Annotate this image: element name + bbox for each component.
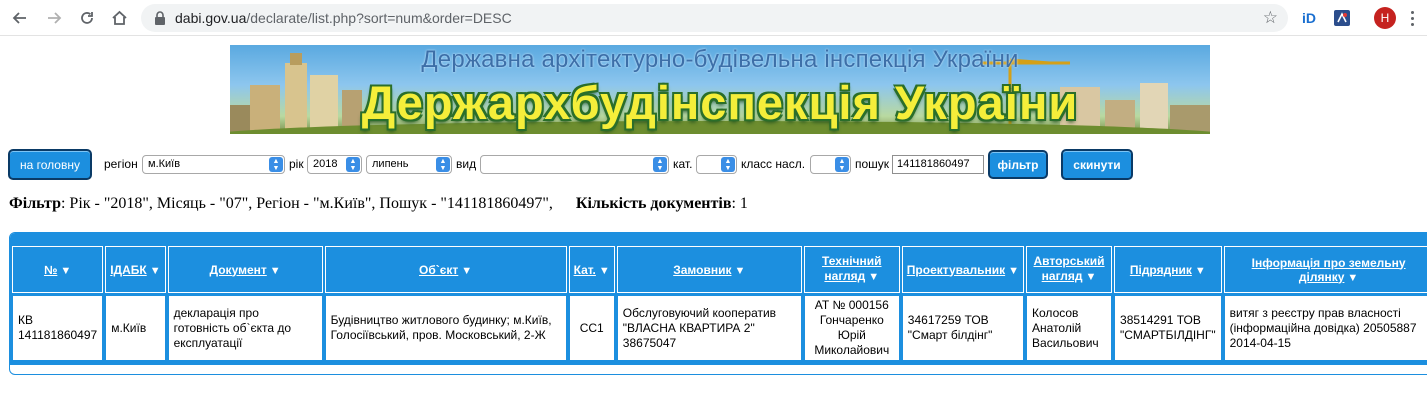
cell-object: Будівництво житлового будинку; м.Київ, Г… [324,295,567,361]
profile-avatar[interactable]: H [1374,7,1396,29]
filter-summary-label: Фільтр [9,195,61,212]
banner-subtitle: Державна архітектурно-будівельна інспекц… [421,46,1019,73]
address-bar[interactable]: dabi.gov.ua/declarate/list.php?sort=num&… [141,4,1288,32]
cell-customer: Обслуговуючий кооператив "ВЛАСНА КВАРТИР… [616,295,802,361]
select-arrow-icon: ▲ ▼ [269,157,283,172]
results-table-container: № ▼ ІДАБК ▼ Документ ▼ Об`єкт ▼ Кат. ▼ Замовн… [9,232,1427,375]
table-row: КВ 141181860497 м.Київ декларація про го… [12,295,1427,361]
select-arrow-icon: ▲ ▼ [436,157,450,172]
cell-document: декларація про готовність об`єкта до екс… [167,295,323,361]
header-number[interactable]: № ▼ [12,246,104,293]
browser-toolbar: dabi.gov.ua/declarate/list.php?sort=num&… [0,0,1427,36]
class-select[interactable]: ▲ ▼ [810,155,851,174]
header-contractor[interactable]: Підрядник ▼ [1114,246,1222,293]
cell-category: СС1 [568,295,615,361]
sort-down-icon: ▼ [269,264,281,277]
forward-arrow-icon[interactable] [42,6,66,30]
search-label: пошук [855,157,890,171]
month-select[interactable]: липень ▲ ▼ [366,155,452,174]
header-land-info[interactable]: Інформація про земельну ділянку ▼ [1223,246,1427,293]
header-author-supervision[interactable]: Авторський нагляд ▼ [1026,246,1113,293]
cell-number: КВ 141181860497 [12,295,104,361]
cell-designer: 34617259 ТОВ "Смарт білдінг" [901,295,1025,361]
header-idabk[interactable]: ІДАБК ▼ [105,246,166,293]
category-select[interactable]: ▲ ▼ [696,155,737,174]
year-select[interactable]: 2018 ▲ ▼ [307,155,362,174]
cell-idabk: м.Київ [105,295,166,361]
results-table: № ▼ ІДАБК ▼ Документ ▼ Об`єкт ▼ Кат. ▼ Замовн… [10,244,1427,363]
extension-icon[interactable] [1333,8,1351,28]
sort-down-icon: ▼ [1194,264,1206,277]
lock-icon [155,11,165,25]
sort-down-icon: ▼ [461,264,473,277]
sort-down-icon: ▼ [60,264,72,277]
back-arrow-icon[interactable] [8,6,32,30]
sort-down-icon: ▼ [734,264,746,277]
header-designer[interactable]: Проектувальник ▼ [901,246,1025,293]
reload-icon[interactable] [75,6,99,30]
header-customer[interactable]: Замовник ▼ [616,246,802,293]
home-icon[interactable] [107,6,131,30]
header-category[interactable]: Кат. ▼ [568,246,615,293]
select-arrow-icon: ▲ ▼ [346,157,360,172]
site-banner: Державна архітектурно-будівельна інспекц… [230,45,1210,134]
extension-id-icon[interactable]: iD [1298,8,1320,28]
select-arrow-icon: ▲ ▼ [721,157,735,172]
document-count-value: : 1 [731,195,748,212]
document-count-label: Кількість документів [575,195,732,212]
filter-summary: Фільтр: Рік - "2018", Місяць - "07", Рег… [9,195,748,213]
select-arrow-icon: ▲ ▼ [653,157,667,172]
header-object[interactable]: Об`єкт ▼ [324,246,567,293]
table-header-row: № ▼ ІДАБК ▼ Документ ▼ Об`єкт ▼ Кат. ▼ Замовн… [12,246,1427,293]
sort-down-icon: ▼ [1085,271,1097,283]
header-tech-supervision[interactable]: Технічний нагляд ▼ [803,246,900,293]
region-select[interactable]: м.Київ ▲ ▼ [142,155,285,174]
sort-down-icon: ▼ [598,264,610,277]
select-arrow-icon: ▲ ▼ [835,157,849,172]
sort-down-icon: ▼ [868,271,880,283]
sort-down-icon: ▼ [149,264,161,277]
class-label: класс насл. [741,157,806,171]
region-label: регіон [104,157,138,171]
cell-land-info: витяг з реєстру прав власності (інформац… [1223,295,1427,361]
year-label: рік [289,157,304,171]
bookmark-star-icon[interactable]: ☆ [1263,8,1278,28]
search-input[interactable]: 141181860497 [892,155,984,174]
banner-title: Держархбудінспекція України [361,76,1079,129]
type-select[interactable]: ▲ ▼ [480,155,669,174]
home-button[interactable]: на головну [8,149,92,180]
sort-down-icon: ▼ [1347,271,1359,284]
browser-menu-icon[interactable] [1406,6,1418,30]
reset-button[interactable]: скинути [1061,149,1133,180]
filter-button[interactable]: фільтр [988,150,1048,179]
cell-contractor: 38514291 ТОВ "СМАРТБІЛДІНГ" [1114,295,1222,361]
cell-author-supervision: Колосов Анатолій Васильович [1026,295,1113,361]
header-document[interactable]: Документ ▼ [167,246,323,293]
url-text: dabi.gov.ua/declarate/list.php?sort=num&… [175,10,512,26]
category-label: кат. [673,157,693,171]
filter-summary-text: : Рік - "2018", Місяць - "07", Регіон - … [60,195,553,212]
cell-tech-supervision: АТ № 000156 Гончаренко Юрій Миколайович [803,295,900,361]
sort-down-icon: ▼ [1008,264,1020,277]
type-label: вид [456,157,477,171]
